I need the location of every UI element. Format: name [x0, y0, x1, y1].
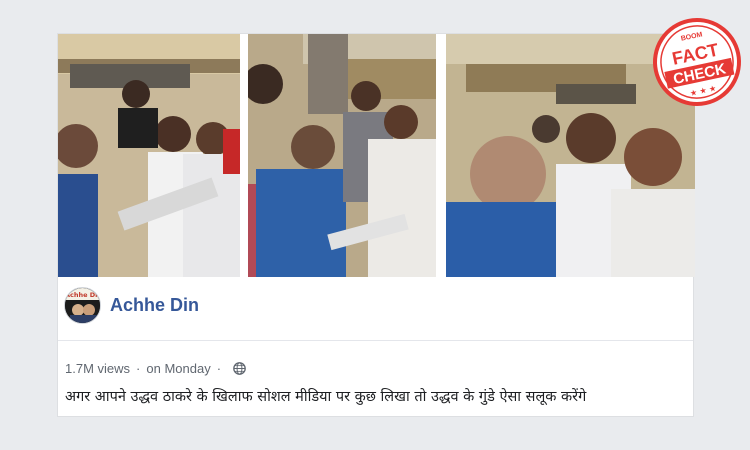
fact-check-stamp: BOOM FACT CHECK ★ ★ ★	[653, 18, 741, 106]
page-avatar-image: Achhe Din	[65, 287, 101, 323]
meta-separator: ·	[136, 361, 141, 376]
post-caption: अगर आपने उद्धव ठाकरे के खिलाफ सोशल मीडिय…	[65, 389, 587, 405]
avatar-logo-text: Achhe Din	[65, 291, 101, 299]
facebook-post-card: Achhe Din Achhe Din 1.7M views · on Mond…	[57, 33, 695, 417]
page-avatar[interactable]: Achhe Din	[64, 286, 101, 324]
post-meta: 1.7M views · on Monday ·	[65, 361, 246, 376]
video-frame-2[interactable]	[248, 34, 436, 277]
video-thumbnail-strip[interactable]	[58, 34, 695, 277]
post-timestamp[interactable]: on Monday	[146, 361, 210, 376]
video-frame-2-image	[248, 34, 436, 277]
post-header: Achhe Din Achhe Din	[64, 286, 199, 324]
post-divider	[58, 340, 693, 341]
globe-icon[interactable]	[233, 362, 246, 375]
view-count: 1.7M views	[65, 361, 131, 376]
meta-separator-2: ·	[216, 361, 222, 376]
video-frame-1[interactable]	[58, 34, 240, 277]
page-name-link[interactable]: Achhe Din	[110, 295, 199, 316]
video-frame-1-image	[58, 34, 240, 277]
